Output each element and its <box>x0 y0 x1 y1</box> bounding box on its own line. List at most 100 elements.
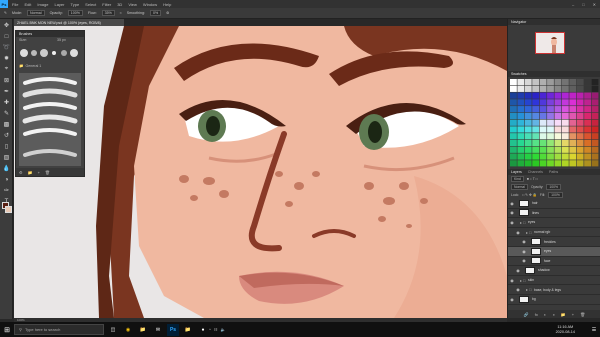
color-swatch[interactable] <box>539 92 547 99</box>
color-swatch[interactable] <box>584 99 591 106</box>
color-swatch[interactable] <box>524 139 532 147</box>
layer-row[interactable]: ◉ hair <box>508 199 600 209</box>
color-swatch[interactable] <box>539 160 547 167</box>
color-swatch[interactable] <box>517 106 525 113</box>
system-tray[interactable]: ^ ☷ 🔈 <box>209 327 225 332</box>
color-swatch[interactable] <box>547 153 554 160</box>
navigator-thumbnail[interactable] <box>535 32 565 54</box>
new-brush-icon[interactable]: + <box>38 170 40 175</box>
color-swatch[interactable] <box>524 133 532 140</box>
crop-tool-icon[interactable]: ⌖ <box>2 65 11 74</box>
color-swatch[interactable] <box>584 139 591 147</box>
menu-edit[interactable]: Edit <box>24 2 31 7</box>
color-swatch[interactable] <box>554 160 562 167</box>
color-swatch[interactable] <box>561 79 569 86</box>
frame-tool-icon[interactable]: ⊠ <box>2 76 11 85</box>
color-swatch[interactable] <box>569 119 577 126</box>
color-swatch[interactable] <box>510 146 517 153</box>
color-swatch[interactable] <box>569 79 577 86</box>
color-swatch[interactable] <box>532 160 540 167</box>
color-swatch[interactable] <box>554 106 562 113</box>
color-swatch[interactable] <box>510 106 517 113</box>
color-swatch[interactable] <box>532 133 540 140</box>
menu-image[interactable]: Image <box>37 2 48 7</box>
mode-select[interactable]: Normal <box>27 10 45 16</box>
filter-icons[interactable]: ■ ○ T □ <box>527 177 538 181</box>
color-swatch[interactable] <box>539 85 547 92</box>
menu-select[interactable]: Select <box>85 2 96 7</box>
color-swatch[interactable] <box>524 146 532 153</box>
tab-channels[interactable]: Channels <box>528 170 543 174</box>
color-swatch[interactable] <box>510 160 517 167</box>
color-swatch[interactable] <box>576 160 584 167</box>
layer-row[interactable]: ◉ ▸ □ base, body & legs <box>508 285 600 295</box>
color-swatch[interactable] <box>569 153 577 160</box>
pen-tool-icon[interactable]: ✑ <box>2 186 11 195</box>
eye-icon[interactable]: ◉ <box>514 230 522 235</box>
color-swatch[interactable] <box>547 85 554 92</box>
color-swatch[interactable] <box>584 92 591 99</box>
color-swatch[interactable] <box>539 106 547 113</box>
eye-icon[interactable]: ◉ <box>508 297 516 302</box>
chrome-icon[interactable]: ◉ <box>122 324 134 336</box>
color-swatch[interactable] <box>591 112 599 120</box>
color-swatch[interactable] <box>569 92 577 99</box>
color-swatch[interactable] <box>591 133 599 140</box>
menu-window[interactable]: Window <box>143 2 157 7</box>
color-swatch[interactable] <box>561 126 569 133</box>
color-swatch[interactable] <box>510 139 517 147</box>
fill-field[interactable]: 100% <box>548 192 563 198</box>
color-swatch[interactable] <box>517 79 525 86</box>
color-swatch[interactable] <box>510 112 517 120</box>
dodge-tool-icon[interactable]: ◑ <box>2 175 11 184</box>
color-swatch[interactable] <box>539 153 547 160</box>
layer-row[interactable]: ◉ ▸ □ eyes <box>508 218 600 228</box>
color-swatch[interactable] <box>510 99 517 106</box>
color-swatch[interactable] <box>569 106 577 113</box>
move-tool-icon[interactable]: ✥ <box>2 21 11 30</box>
maximize-icon[interactable]: □ <box>582 2 584 7</box>
blur-tool-icon[interactable]: 💧 <box>2 164 11 173</box>
swatches-grid[interactable] <box>510 79 599 179</box>
color-swatch[interactable] <box>532 79 540 86</box>
color-swatch[interactable] <box>517 153 525 160</box>
color-swatch[interactable] <box>539 79 547 86</box>
eye-icon[interactable]: ◉ <box>514 287 522 292</box>
menu-type[interactable]: Type <box>71 2 80 7</box>
windows-start-icon[interactable]: ⊞ <box>0 322 14 337</box>
quick-select-tool-icon[interactable]: ✹ <box>2 54 11 63</box>
color-swatch[interactable] <box>524 126 532 133</box>
color-swatch[interactable] <box>576 112 584 120</box>
color-swatch[interactable] <box>576 153 584 160</box>
color-swatch[interactable] <box>517 85 525 92</box>
eye-icon[interactable]: ◉ <box>520 258 528 263</box>
color-swatch[interactable] <box>591 126 599 133</box>
color-swatch[interactable] <box>547 99 554 106</box>
color-swatch[interactable] <box>517 160 525 167</box>
color-swatch[interactable] <box>539 133 547 140</box>
menu-layer[interactable]: Layer <box>54 2 64 7</box>
document-tab[interactable]: ZHAEL BNK MON NEW.psd @ 100% (eyes, RGB/… <box>14 19 124 26</box>
layer-row[interactable]: ◉ lines <box>508 209 600 219</box>
color-swatch[interactable] <box>584 153 591 160</box>
color-swatch[interactable] <box>539 119 547 126</box>
color-swatch[interactable] <box>584 126 591 133</box>
menu-filter[interactable]: Filter <box>102 2 111 7</box>
color-swatch[interactable] <box>554 112 562 120</box>
color-swatch[interactable] <box>569 160 577 167</box>
color-swatch[interactable] <box>584 79 591 86</box>
folder-icon[interactable]: 📁 <box>182 324 194 336</box>
color-swatch[interactable] <box>524 92 532 99</box>
menu-3d[interactable]: 3D <box>117 2 122 7</box>
color-swatch[interactable] <box>547 160 554 167</box>
color-swatch[interactable] <box>584 85 591 92</box>
photoshop-taskbar-icon[interactable]: Ps <box>167 323 179 336</box>
tab-navigator[interactable]: Navigator <box>511 20 526 24</box>
obs-icon[interactable]: ● <box>197 324 209 336</box>
lock-icons[interactable]: □ ✎ ✥ 🔒 <box>522 193 537 197</box>
taskbar-search[interactable]: ⚲ Type here to search <box>14 324 104 335</box>
color-swatch[interactable] <box>591 139 599 147</box>
layer-row[interactable]: ◉ ▸ □ skin <box>508 276 600 286</box>
color-swatch[interactable] <box>554 119 562 126</box>
brush-settings-icon[interactable]: ⚙ <box>19 170 23 175</box>
